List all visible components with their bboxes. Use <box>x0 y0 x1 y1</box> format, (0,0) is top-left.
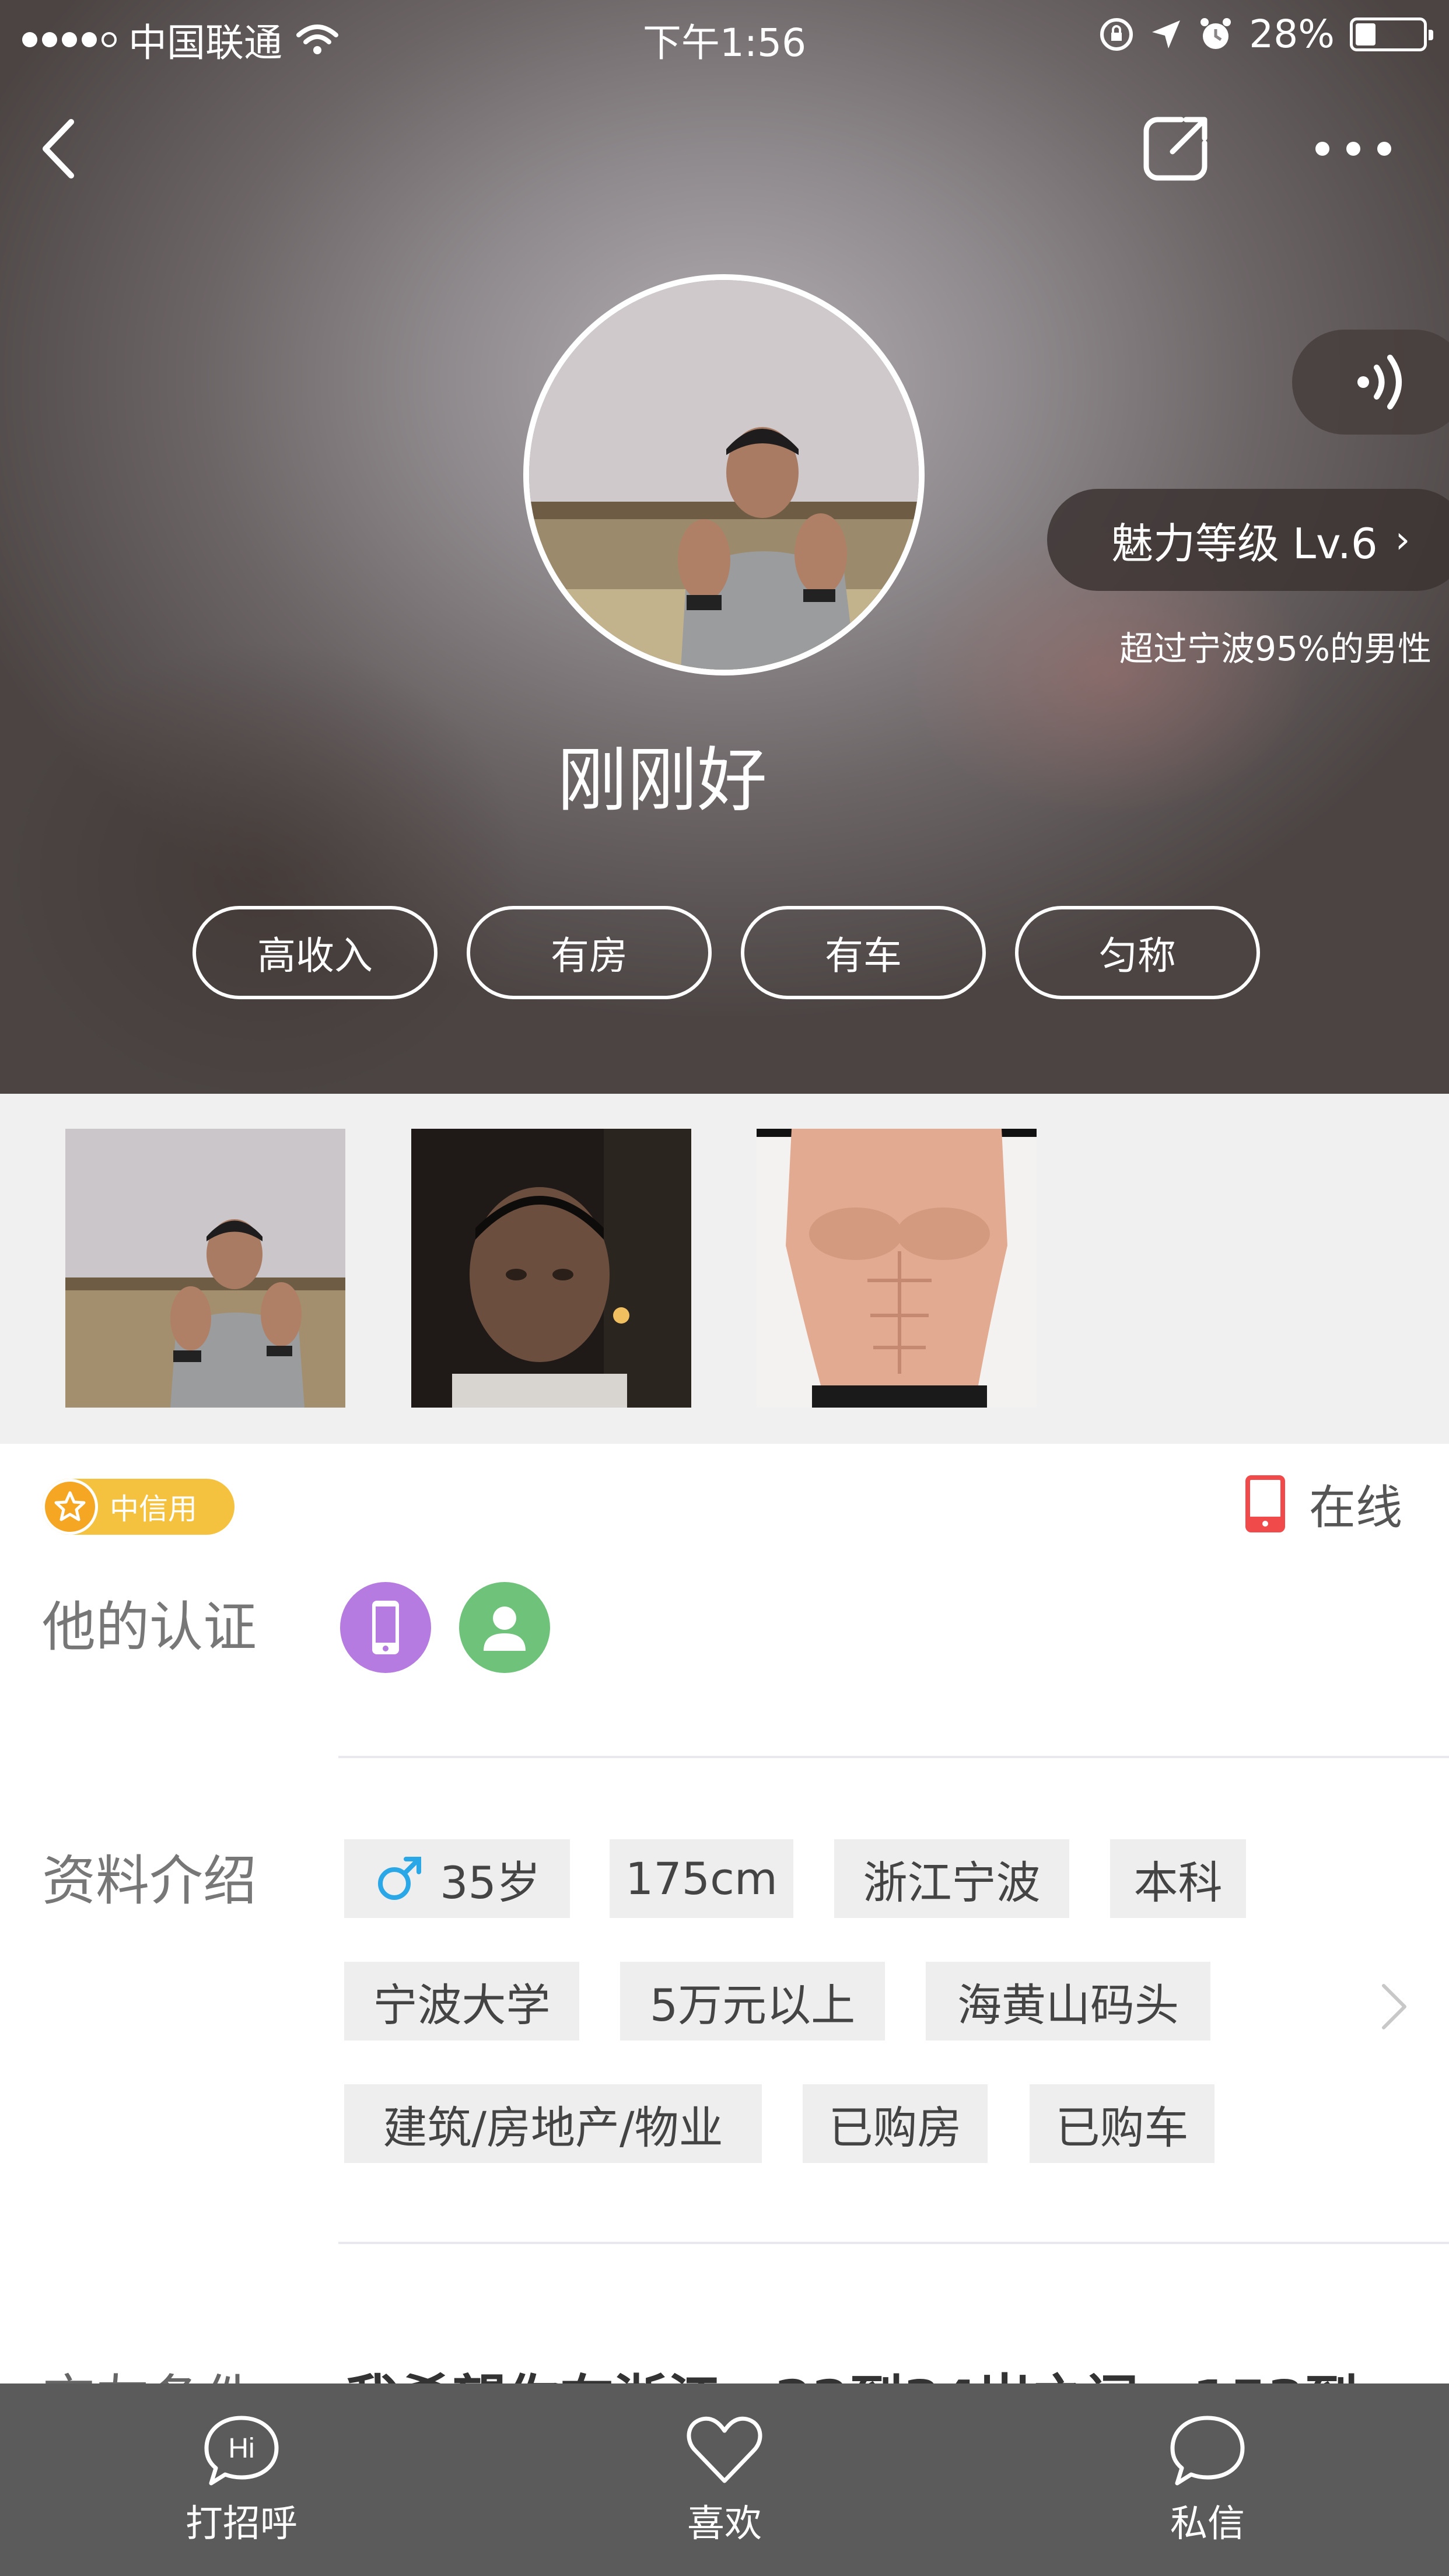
voice-icon <box>1357 355 1402 410</box>
profile-info-label: 资料介绍 <box>42 1850 257 1912</box>
greet-label: 打招呼 <box>186 2502 298 2546</box>
rotation-lock-icon <box>1100 18 1133 51</box>
profile-tag[interactable]: 有房 <box>467 906 712 999</box>
alarm-icon <box>1200 18 1231 49</box>
photo-strip <box>0 1094 1449 1444</box>
credit-label: 中信用 <box>110 1492 197 1526</box>
hi-icon-text: Hi <box>228 2433 254 2464</box>
hi-bubble-icon: Hi <box>204 2416 279 2486</box>
back-arrow-icon[interactable] <box>35 114 82 184</box>
avatar-photo <box>529 280 919 670</box>
charm-rank-text: 超过宁波95%的男性 <box>1119 629 1432 668</box>
profile-chip: 浙江宁波 <box>834 1839 1069 1918</box>
like-button[interactable]: 喜欢 <box>602 2412 847 2547</box>
phone-verified-icon[interactable] <box>340 1582 431 1673</box>
message-button[interactable]: 私信 <box>1085 2412 1330 2547</box>
profile-tag[interactable]: 高收入 <box>192 906 438 999</box>
profile-chip-age: 35岁 <box>344 1839 570 1918</box>
like-label: 喜欢 <box>687 2502 762 2546</box>
location-icon <box>1152 20 1181 48</box>
photo-thumbnail[interactable] <box>411 1129 691 1408</box>
heart-icon <box>687 2416 762 2483</box>
greet-button[interactable]: Hi 打招呼 <box>119 2412 364 2547</box>
chevron-right-icon: › <box>1395 518 1410 562</box>
profile-chip: 海黄山码头 <box>926 1962 1210 2041</box>
divider <box>338 1756 1449 1758</box>
profile-chip: 已购车 <box>1030 2084 1214 2163</box>
profile-chip: 建筑/房地产/物业 <box>344 2084 762 2163</box>
online-label: 在线 <box>1309 1480 1402 1535</box>
chat-bubble-icon <box>1170 2416 1245 2486</box>
profile-tags: 高收入 有房 有车 匀称 <box>192 906 1260 999</box>
chevron-right-icon[interactable] <box>1377 1978 1412 2036</box>
avatar[interactable] <box>523 274 925 676</box>
credit-badge[interactable]: 中信用 <box>42 1479 235 1535</box>
star-icon <box>42 1479 98 1535</box>
charm-level-label: 魅力等级 Lv.6 <box>1111 519 1378 568</box>
person-verified-icon[interactable] <box>459 1582 550 1673</box>
profile-tag[interactable]: 匀称 <box>1015 906 1260 999</box>
photo-thumbnail[interactable] <box>757 1129 1037 1408</box>
profile-chip: 175cm <box>610 1839 793 1918</box>
message-label: 私信 <box>1170 2502 1245 2546</box>
profile-chip: 已购房 <box>803 2084 988 2163</box>
online-status: 在线 <box>1245 1470 1402 1538</box>
status-bar: 中国联通 下午1:56 28% <box>0 0 1449 73</box>
male-icon <box>378 1856 422 1900</box>
profile-chip: 宁波大学 <box>344 1962 579 2041</box>
certification-label: 他的认证 <box>42 1596 257 1658</box>
photo-thumbnail[interactable] <box>65 1129 345 1408</box>
bottom-action-bar: Hi 打招呼 喜欢 私信 <box>0 2384 1449 2576</box>
voice-button[interactable] <box>1292 330 1449 435</box>
charm-level-badge[interactable]: 魅力等级 Lv.6 › <box>1047 489 1449 591</box>
profile-chip: 本科 <box>1110 1839 1246 1918</box>
battery-percent: 28% <box>1249 12 1335 57</box>
background-tint <box>0 642 525 1094</box>
divider <box>338 2242 1449 2244</box>
nickname: 刚刚好 <box>557 740 767 821</box>
share-icon[interactable] <box>1140 114 1210 184</box>
profile-chip-label: 35岁 <box>440 1856 541 1909</box>
tablet-online-icon <box>1245 1475 1285 1532</box>
profile-tag[interactable]: 有车 <box>741 906 986 999</box>
more-icon[interactable] <box>1315 131 1391 166</box>
profile-header: 中国联通 下午1:56 28% 刚刚好 魅力等级 Lv.6 › 超过宁波95%的… <box>0 0 1449 1094</box>
battery-icon <box>1350 17 1433 51</box>
profile-chip: 5万元以上 <box>620 1962 885 2041</box>
